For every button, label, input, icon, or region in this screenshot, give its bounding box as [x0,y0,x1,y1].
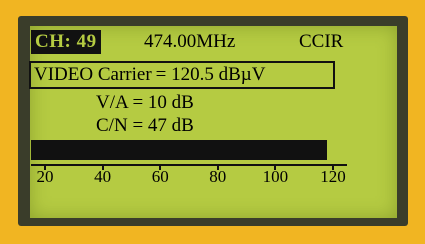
status-row: CH: 49 474.00MHz CCIR [31,30,344,54]
cn-label: C/N [96,115,128,136]
scale-label: 120 [320,167,346,186]
scale-label: 100 [262,167,289,186]
cn-ratio: C/N = 47 dB [96,115,194,137]
scale-labels: 20 40 60 80 100 120 [31,167,347,187]
va-value: = 10 dB [132,92,194,113]
va-label: V/A [96,92,128,113]
frequency-readout: 474.00MHz [144,31,236,52]
carrier-value: = 120.5 dBµV [155,64,266,85]
scale-label: 60 [151,167,169,186]
channel-badge: CH: 49 [31,30,101,54]
lcd-screen [30,26,397,218]
va-ratio: V/A = 10 dB [96,92,194,114]
scale-label: 80 [209,167,227,186]
cn-value: = 47 dB [132,115,194,136]
video-carrier-readout: VIDEO Carrier = 120.5 dBµV [29,61,335,89]
scale-label: 40 [94,167,112,186]
level-bar-fill [31,140,327,160]
scale-label: 20 [36,167,54,186]
tv-standard: CCIR [299,31,344,52]
level-bargraph [31,140,347,160]
carrier-label: VIDEO Carrier [34,64,152,85]
